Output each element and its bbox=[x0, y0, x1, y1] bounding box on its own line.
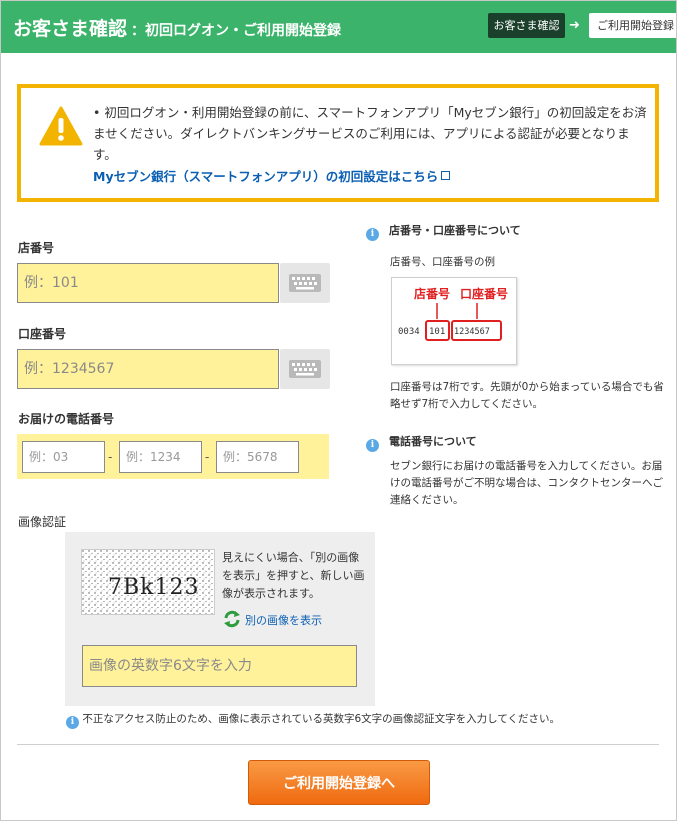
info-icon: i bbox=[66, 716, 79, 729]
example-account-label: 口座番号 bbox=[460, 286, 508, 301]
captcha-image: 7Bk123 bbox=[81, 549, 215, 615]
account-number-input[interactable] bbox=[17, 349, 279, 389]
example-account: 1234567 bbox=[454, 327, 490, 337]
example-branch: 101 bbox=[429, 327, 445, 337]
phone-middle-input[interactable] bbox=[119, 441, 202, 473]
captcha-label: 画像認証 bbox=[18, 515, 67, 529]
captcha-reload-label[interactable]: 別の画像を表示 bbox=[245, 614, 322, 627]
captcha-text: 7Bk123 bbox=[108, 575, 200, 600]
page-title: お客さま確認 ：初回ログオン・ご利用開始登録 bbox=[13, 18, 342, 40]
captcha-input[interactable] bbox=[82, 645, 357, 687]
warning-icon bbox=[39, 106, 83, 146]
app-setup-link-label[interactable]: Myセブン銀行（スマートフォンアプリ）の初回設定はこちら bbox=[93, 169, 438, 184]
number-example-caption: 店番号、口座番号の例 bbox=[390, 256, 495, 268]
number-info-heading: i 店番号・口座番号について bbox=[366, 222, 521, 241]
phone-info-heading-text: 電話番号について bbox=[389, 435, 477, 448]
captcha-help-text: 見えにくい場合、「別の画像を表示」を押すと、新しい画像が表示されます。 bbox=[222, 551, 365, 600]
step-next: ご利用開始登録 bbox=[589, 13, 676, 38]
example-prefix: 0034 bbox=[398, 327, 420, 337]
phone-separator: - bbox=[108, 450, 113, 464]
branch-number-input[interactable] bbox=[17, 263, 279, 303]
step-current: お客さま確認 bbox=[488, 13, 565, 38]
captcha-note-text: 不正なアクセス防止のため、画像に表示されている英数字6文字の画像認証文字を入力し… bbox=[82, 713, 561, 725]
header-bar: お客さま確認 ：初回ログオン・ご利用開始登録 お客さま確認 ➜ ご利用開始登録 bbox=[1, 1, 676, 53]
external-link-icon bbox=[441, 171, 451, 180]
phone-separator: - bbox=[205, 450, 210, 464]
phone-info-heading: i 電話番号について bbox=[366, 433, 477, 452]
number-example-image: 店番号 口座番号 0034 101 1234567 bbox=[391, 277, 517, 365]
branch-keyboard-button[interactable] bbox=[280, 263, 330, 303]
captcha-noise: 7Bk123 bbox=[82, 550, 214, 614]
notice-text: • 初回ログオン・利用開始登録の前に、スマートフォンアプリ「Myセブン銀行」の初… bbox=[93, 105, 647, 162]
phone-last-input[interactable] bbox=[216, 441, 299, 473]
step-arrow-icon: ➜ bbox=[569, 18, 580, 33]
app-setup-notice: • 初回ログオン・利用開始登録の前に、スマートフォンアプリ「Myセブン銀行」の初… bbox=[17, 84, 659, 202]
refresh-icon bbox=[224, 610, 240, 628]
account-label: 口座番号 bbox=[18, 327, 67, 341]
submit-button[interactable]: ご利用開始登録へ bbox=[248, 760, 430, 805]
phone-note: セブン銀行にお届けの電話番号を入力してください。お届けの電話番号がご不明な場合は… bbox=[390, 460, 663, 506]
phone-label: お届けの電話番号 bbox=[18, 412, 115, 426]
account-keyboard-button[interactable] bbox=[280, 349, 330, 389]
keyboard-icon bbox=[289, 274, 321, 292]
info-icon: i bbox=[366, 439, 379, 452]
number-note: 口座番号は7桁です。先頭が0から始まっている場合でも省略せず7桁で入力してくださ… bbox=[390, 381, 664, 410]
number-info-heading-text: 店番号・口座番号について bbox=[389, 224, 521, 237]
example-branch-label: 店番号 bbox=[414, 286, 450, 301]
info-icon: i bbox=[366, 228, 379, 241]
keyboard-icon bbox=[289, 360, 321, 378]
number-example-diagram: 店番号 口座番号 0034 101 1234567 bbox=[398, 286, 508, 341]
captcha-reload-button[interactable]: 別の画像を表示 bbox=[222, 609, 322, 629]
page-subtitle: ：初回ログオン・ご利用開始登録 bbox=[131, 23, 342, 39]
branch-label: 店番号 bbox=[18, 241, 55, 255]
divider bbox=[17, 744, 659, 745]
phone-area-input[interactable] bbox=[22, 441, 105, 473]
app-setup-link[interactable]: Myセブン銀行（スマートフォンアプリ）の初回設定はこちら bbox=[93, 166, 451, 185]
captcha-note: i 不正なアクセス防止のため、画像に表示されている英数字6文字の画像認証文字を入… bbox=[66, 711, 560, 729]
